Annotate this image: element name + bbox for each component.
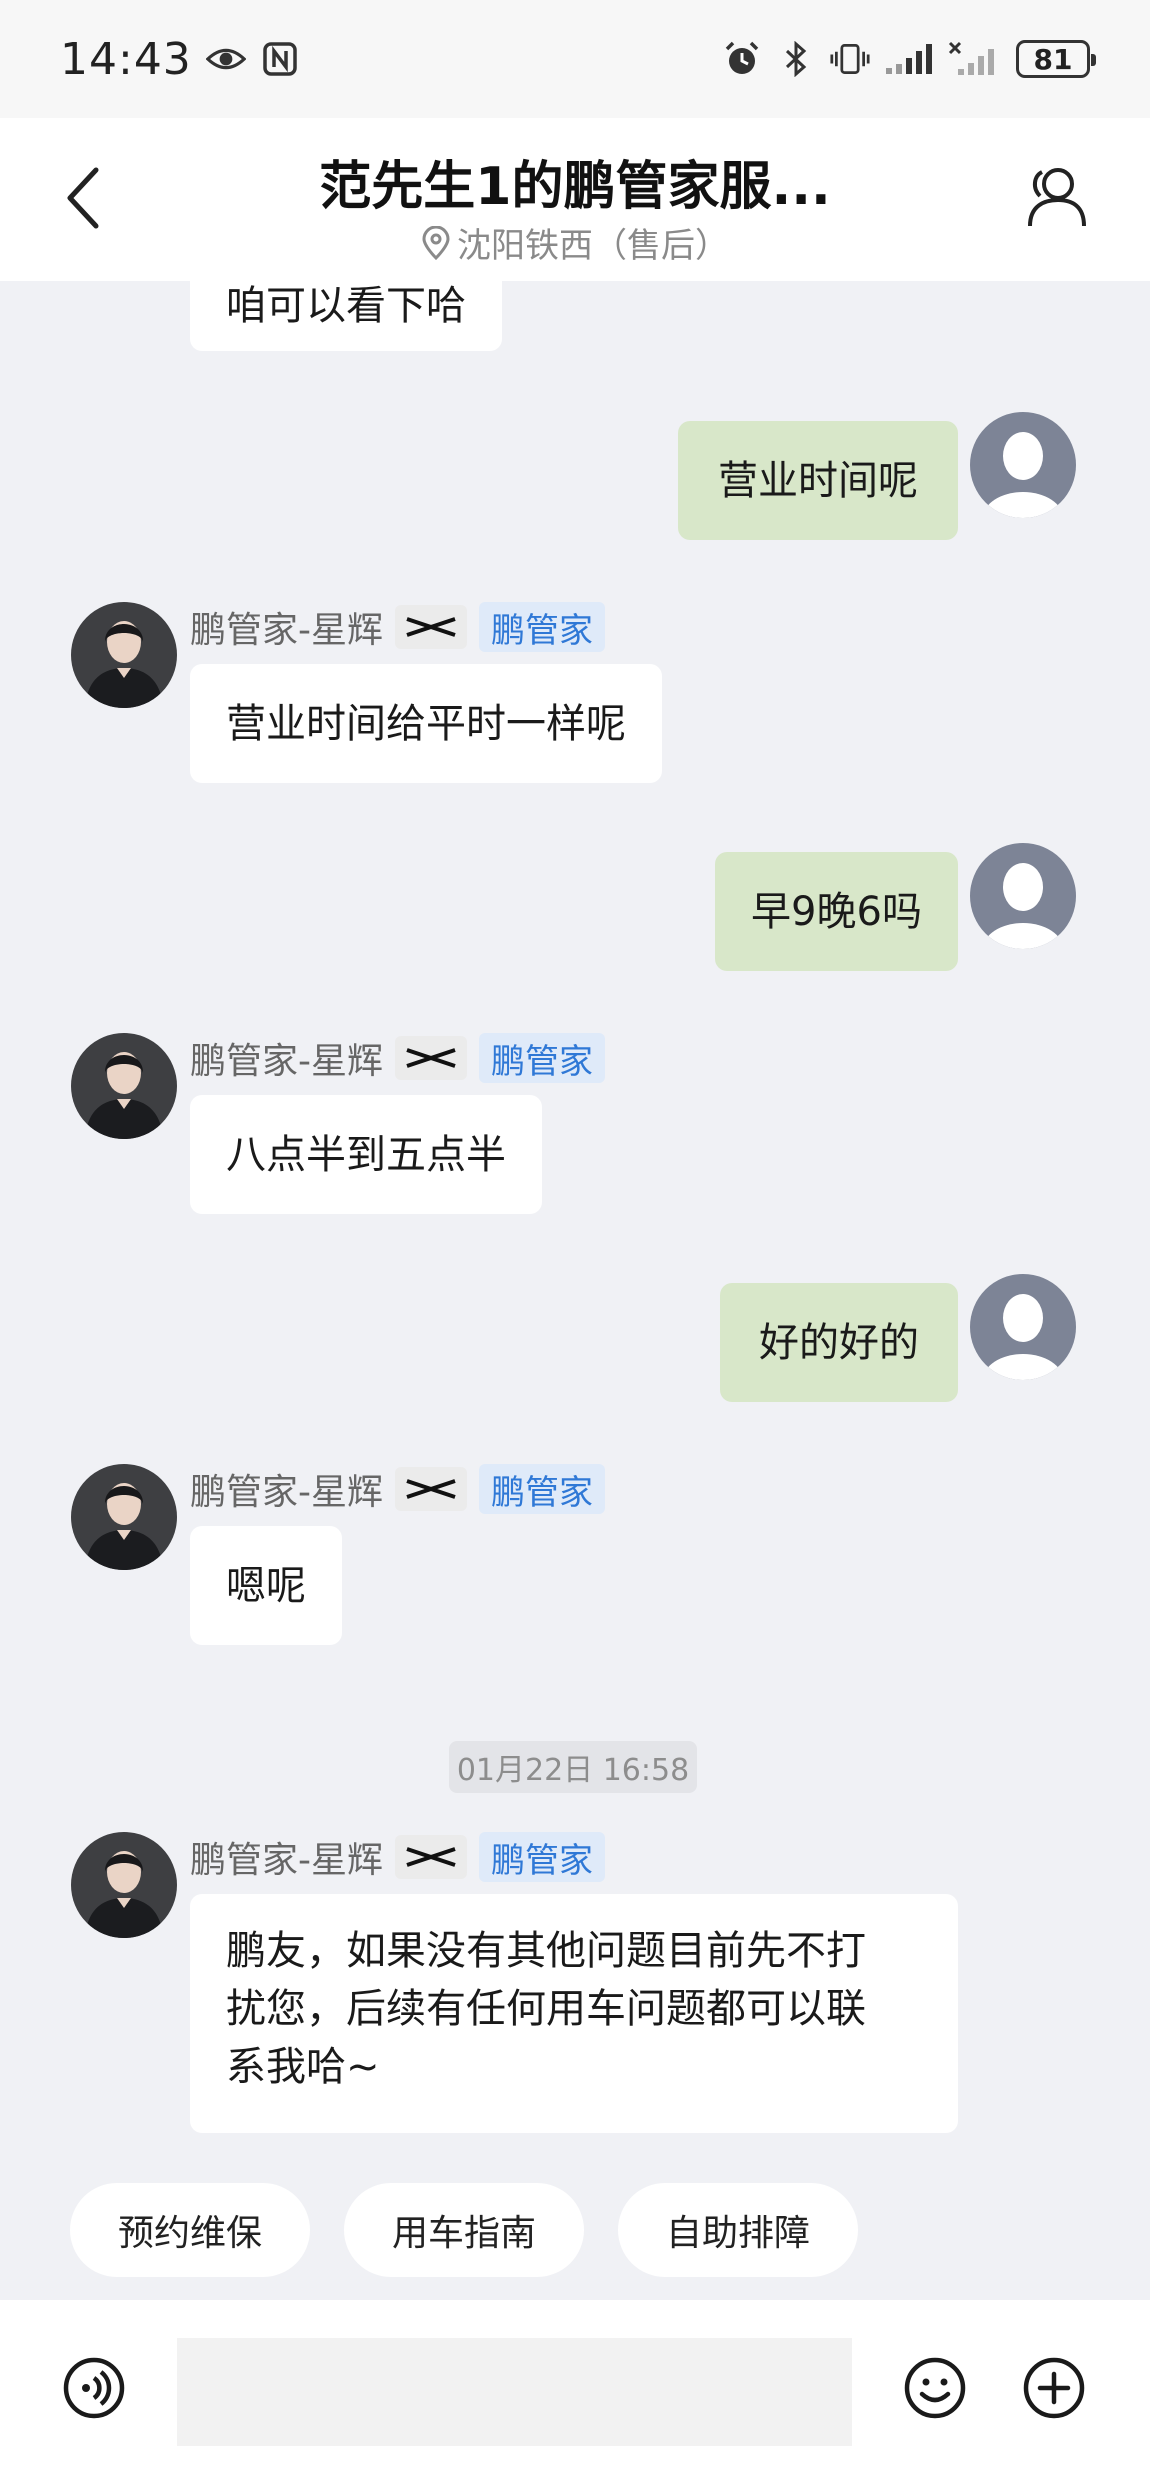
chat-title: 范先生1的鹏管家服...: [319, 157, 831, 217]
sender-name: 鹏管家-星辉: [190, 1041, 383, 1082]
voice-icon: [63, 2357, 125, 2419]
my-avatar[interactable]: [970, 412, 1076, 518]
role-tag: 鹏管家: [479, 1464, 605, 1514]
message-text: 八点半到五点半: [226, 1131, 506, 1178]
message-line: 鹏友，如果没有其他问题目前先不打: [226, 1928, 866, 1974]
signal-icon: [884, 39, 934, 79]
brand-logo-icon: [395, 1835, 467, 1879]
plus-icon: [1023, 2357, 1085, 2419]
store-location: 沈阳铁西（售后）: [457, 226, 729, 266]
message-bubble-me: 营业时间呢: [678, 421, 958, 540]
chat-header: 范先生1的鹏管家服... 沈阳铁西（售后）: [0, 118, 1150, 281]
message-bubble-agent: 八点半到五点半: [190, 1095, 542, 1214]
agent-avatar[interactable]: [71, 1033, 177, 1139]
brand-logo-icon: [395, 605, 467, 649]
agent-avatar[interactable]: [71, 1464, 177, 1570]
battery-level: 81: [1033, 42, 1073, 76]
message-bubble-me: 早9晚6吗: [715, 852, 958, 971]
status-time: 14:43: [60, 33, 192, 85]
sender-name: 鹏管家-星辉: [190, 1840, 383, 1881]
message-text: 咱可以看下哈: [226, 283, 466, 329]
sender-name: 鹏管家-星辉: [190, 1472, 383, 1513]
chat-message-list[interactable]: 咱可以看下哈 营业时间呢 鹏管家-星辉 鹏管家 营业时间给平时一样呢 早9晚6吗: [0, 281, 1150, 2277]
more-button[interactable]: [1022, 2356, 1086, 2420]
message-line: 系我哈~: [226, 2044, 380, 2090]
message-line: 扰您，后续有任何用车问题都可以联: [226, 1986, 866, 2032]
timestamp-text: 01月22日 16:58: [456, 1753, 690, 1788]
quick-action-self-troubleshoot[interactable]: 自助排障: [618, 2183, 859, 2277]
sender-row: 鹏管家-星辉 鹏管家: [190, 1464, 605, 1514]
chat-screen: 14:43 81 范先生1的鹏管家服... 沈阳铁西（售后） 咱可以看下哈 营业…: [0, 0, 1150, 2483]
message-text: 嗯呢: [226, 1562, 306, 1609]
sender-name: 鹏管家-星辉: [190, 610, 383, 651]
nfc-icon: [260, 39, 300, 79]
message-bubble-agent: 嗯呢: [190, 1526, 342, 1645]
status-right-icons: 81: [722, 39, 1096, 79]
battery-icon: 81: [1016, 40, 1096, 78]
sender-row: 鹏管家-星辉 鹏管家: [190, 1033, 605, 1083]
message-timestamp: 01月22日 16:58: [449, 1741, 697, 1793]
status-left-icons: [205, 39, 300, 79]
chat-subtitle: 沈阳铁西（售后）: [0, 218, 1150, 267]
brand-logo-icon: [395, 1467, 467, 1511]
input-bar: [0, 2300, 1150, 2483]
alarm-icon: [722, 39, 762, 79]
message-bubble-me: 好的好的: [720, 1283, 958, 1402]
quick-action-car-guide[interactable]: 用车指南: [344, 2183, 585, 2277]
my-avatar[interactable]: [970, 843, 1076, 949]
my-avatar[interactable]: [970, 1274, 1076, 1380]
status-bar: 14:43 81: [0, 0, 1150, 118]
sender-row: 鹏管家-星辉 鹏管家: [190, 1832, 605, 1882]
role-tag: 鹏管家: [479, 1033, 605, 1083]
message-text: 早9晚6吗: [751, 888, 922, 935]
profile-icon: [1028, 168, 1086, 227]
no-signal-icon: [948, 39, 1002, 79]
agent-avatar[interactable]: [71, 602, 177, 708]
brand-logo-icon: [395, 1036, 467, 1080]
location-pin-icon: [422, 225, 450, 260]
sender-row: 鹏管家-星辉 鹏管家: [190, 602, 605, 652]
emoji-icon: [904, 2357, 966, 2419]
message-input[interactable]: [177, 2338, 852, 2446]
emoji-button[interactable]: [903, 2356, 967, 2420]
vibrate-icon: [830, 39, 870, 79]
quick-action-maintenance-booking[interactable]: 预约维保: [70, 2183, 311, 2277]
role-tag: 鹏管家: [479, 602, 605, 652]
message-bubble-agent: 咱可以看下哈: [190, 281, 502, 351]
agent-avatar[interactable]: [71, 1832, 177, 1938]
message-text: 营业时间呢: [718, 457, 918, 504]
message-text: 营业时间给平时一样呢: [226, 700, 626, 747]
quick-actions: 预约维保 用车指南 自助排障: [70, 2183, 859, 2277]
message-bubble-agent: 营业时间给平时一样呢: [190, 664, 662, 783]
profile-button[interactable]: [1020, 162, 1090, 232]
voice-button[interactable]: [62, 2356, 126, 2420]
message-text: 好的好的: [759, 1319, 919, 1366]
message-bubble-agent: 鹏友，如果没有其他问题目前先不打 扰您，后续有任何用车问题都可以联 系我哈~: [190, 1894, 958, 2133]
bluetooth-icon: [776, 39, 816, 79]
role-tag: 鹏管家: [479, 1832, 605, 1882]
eye-icon: [205, 39, 246, 79]
